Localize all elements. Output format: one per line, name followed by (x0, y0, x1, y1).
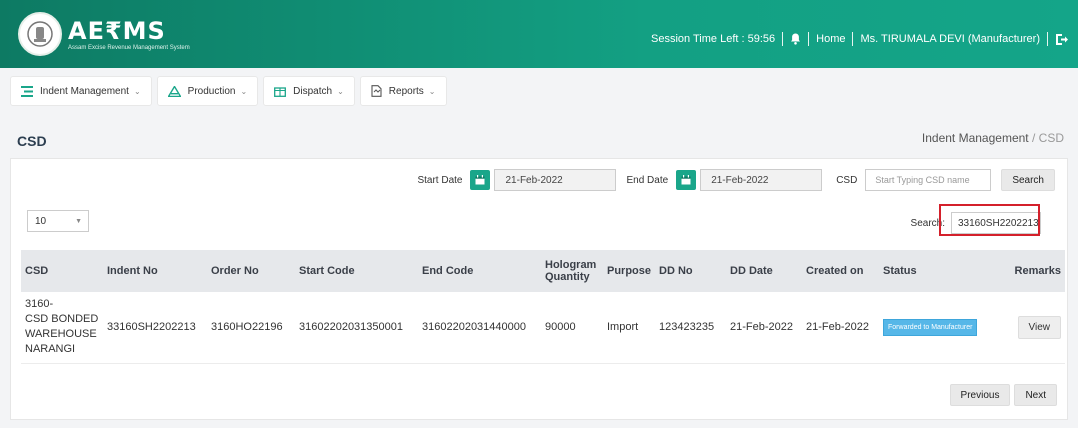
chevron-down-icon: ⌄ (133, 86, 141, 96)
previous-button[interactable]: Previous (949, 384, 1011, 406)
cell-dd-no: 123423235 (659, 321, 715, 334)
indent-table: CSD Indent No Order No Start Code End Co… (21, 250, 1065, 364)
cell-purpose: Import (607, 321, 639, 334)
view-button[interactable]: View (1017, 315, 1061, 339)
divider (782, 32, 784, 46)
page-size-select[interactable]: 10 ▼ (27, 210, 89, 232)
nav-indent-management[interactable]: Indent Management ⌄ (10, 76, 152, 106)
nav-label: Production (187, 85, 236, 97)
table-header-row: CSD Indent No Order No Start Code End Co… (21, 250, 1065, 292)
col-dd-no[interactable]: DD No (655, 250, 726, 292)
nav-dispatch[interactable]: Dispatch ⌄ (263, 76, 355, 106)
col-order-no[interactable]: Order No (207, 250, 295, 292)
divider (808, 32, 810, 46)
search-button[interactable]: Search (1001, 169, 1055, 191)
status-badge: Forwarded to Manufacturer (883, 318, 978, 336)
col-end-code[interactable]: End Code (418, 250, 541, 292)
col-status[interactable]: Status (879, 250, 993, 292)
box-icon (274, 86, 287, 97)
breadcrumb-separator: / (1028, 131, 1039, 145)
content-panel: Start Date 21-Feb-2022 End Date 21-Feb-2… (10, 158, 1068, 420)
cell-remarks: View (993, 292, 1065, 363)
chevron-down-icon: ⌄ (240, 86, 248, 96)
col-hologram-qty[interactable]: Hologram Quantity (541, 250, 603, 292)
brand-name: AE₹MS (68, 16, 166, 45)
user-name[interactable]: Ms. TIRUMALA DEVI (Manufacturer) (860, 33, 1040, 45)
report-icon (371, 85, 382, 97)
search-highlight-box (939, 204, 1040, 236)
nav-reports[interactable]: Reports ⌄ (359, 76, 447, 106)
nav-label: Indent Management (40, 85, 129, 97)
breadcrumb: Indent Management / CSD (922, 131, 1064, 145)
col-created-on[interactable]: Created on (802, 250, 879, 292)
calendar-icon[interactable] (676, 170, 697, 190)
logo[interactable]: AE₹MS Assam Excise Revenue Management Sy… (18, 12, 190, 56)
divider (852, 32, 854, 46)
col-indent-no[interactable]: Indent No (103, 250, 207, 292)
cell-indent-no: 33160SH2202213 (107, 321, 196, 334)
main-nav: Indent Management ⌄ Production ⌄ Dispatc… (10, 76, 447, 106)
pagination: Previous Next (949, 384, 1057, 406)
breadcrumb-parent[interactable]: Indent Management (922, 131, 1029, 145)
end-date-label: End Date (626, 174, 669, 186)
start-date-label: Start Date (417, 174, 463, 186)
filter-bar: Start Date 21-Feb-2022 End Date 21-Feb-2… (417, 169, 1055, 191)
chevron-down-icon: ⌄ (428, 86, 436, 96)
caret-down-icon: ▼ (75, 217, 82, 225)
cell-created-on: 21-Feb-2022 (806, 321, 870, 334)
nav-label: Dispatch (293, 85, 333, 97)
cell-dd-date: 21-Feb-2022 (730, 321, 794, 334)
nav-production[interactable]: Production ⌄ (156, 76, 259, 106)
col-remarks[interactable]: Remarks (993, 250, 1065, 292)
start-date-input[interactable]: 21-Feb-2022 (494, 169, 617, 191)
session-timer: Session Time Left : 59:56 (651, 33, 776, 45)
end-date-input[interactable]: 21-Feb-2022 (700, 169, 823, 191)
col-purpose[interactable]: Purpose (603, 250, 655, 292)
page-size-value: 10 (35, 215, 47, 227)
chevron-down-icon: ⌄ (337, 86, 344, 96)
home-link[interactable]: Home (816, 33, 845, 45)
table-row: 3160- CSD BONDED WAREHOUSE NARANGI 33160… (21, 292, 1065, 363)
calendar-icon[interactable] (470, 170, 491, 190)
cell-csd: 3160- CSD BONDED WAREHOUSE NARANGI (25, 298, 99, 356)
nav-label: Reports (388, 85, 424, 97)
col-dd-date[interactable]: DD Date (726, 250, 802, 292)
breadcrumb-current: CSD (1038, 131, 1064, 145)
page-title: CSD (17, 133, 47, 149)
cell-start-code: 31602202031350001 (299, 321, 404, 334)
list-icon (21, 85, 33, 97)
divider (1047, 32, 1048, 46)
cell-end-code: 31602202031440000 (422, 321, 527, 334)
csd-name-input[interactable]: Start Typing CSD name (865, 169, 992, 191)
top-header: AE₹MS Assam Excise Revenue Management Sy… (0, 0, 1078, 68)
cell-hologram-qty: 90000 (545, 321, 576, 334)
csd-label: CSD (836, 174, 858, 186)
next-button[interactable]: Next (1014, 384, 1057, 406)
emblem-icon (18, 12, 62, 56)
logout-icon[interactable] (1055, 33, 1068, 46)
cell-order-no: 3160HO22196 (211, 321, 283, 334)
col-start-code[interactable]: Start Code (295, 250, 418, 292)
brand-subtitle: Assam Excise Revenue Management System (68, 44, 190, 51)
col-csd[interactable]: CSD (21, 250, 103, 292)
bell-icon[interactable] (790, 33, 801, 45)
warning-triangle-icon (167, 85, 181, 97)
cell-status: Forwarded to Manufacturer (879, 292, 993, 363)
